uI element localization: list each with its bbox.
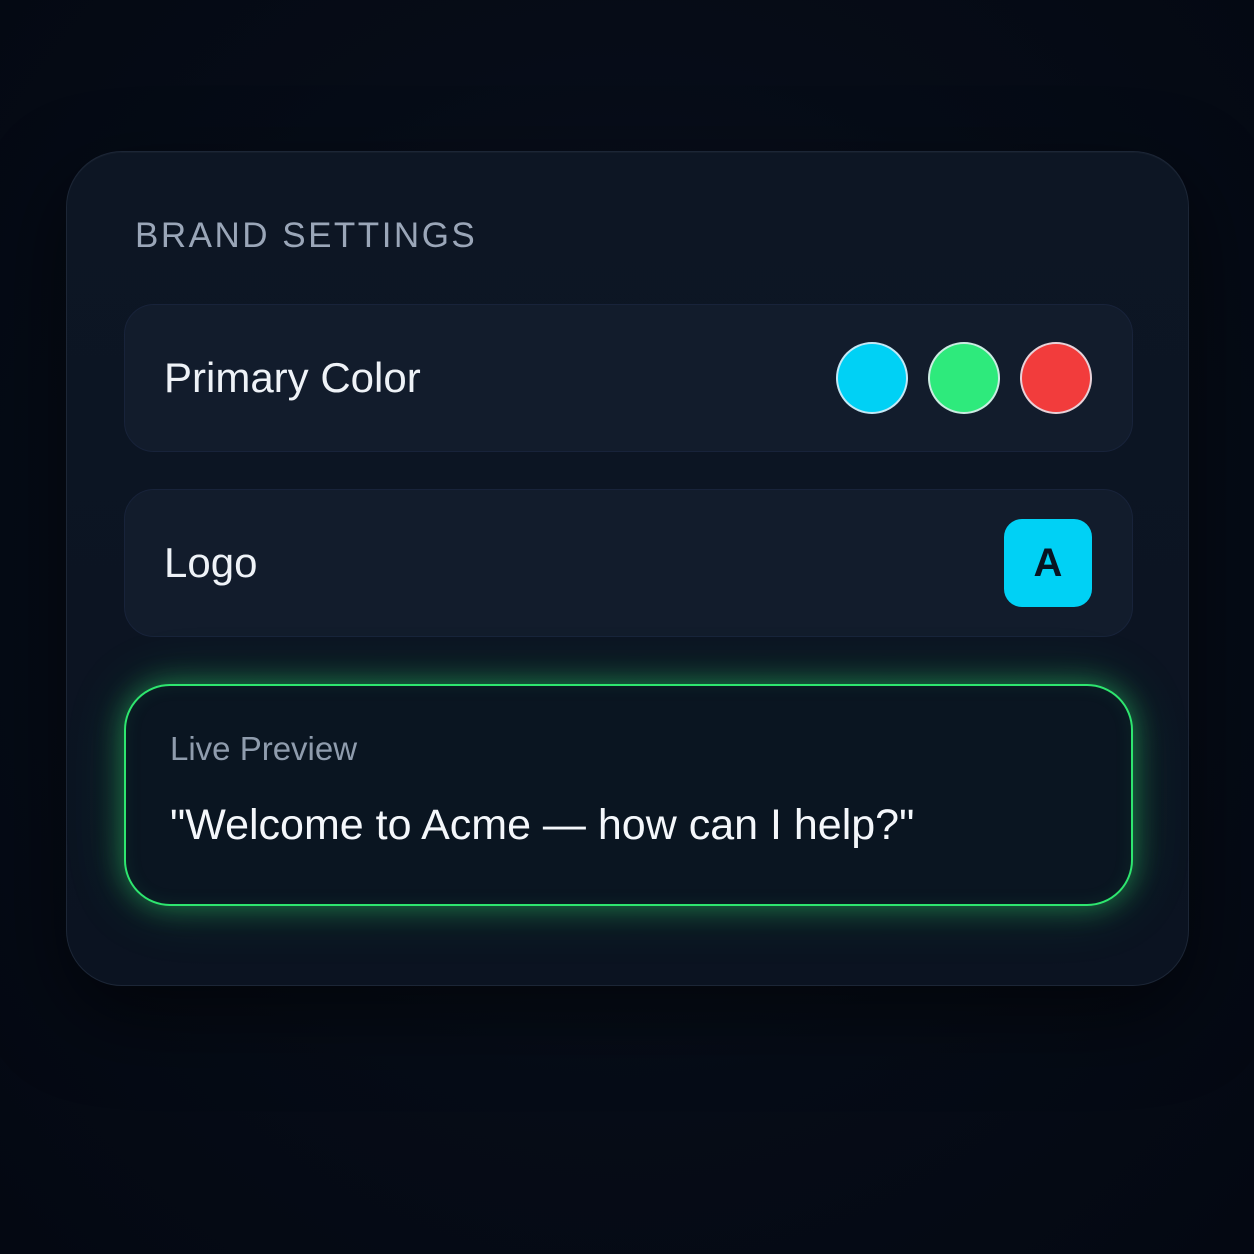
live-preview-label: Live Preview <box>170 730 358 767</box>
live-preview-message: "Welcome to Acme — how can I help?" <box>170 801 915 849</box>
live-preview-card: Live Preview "Welcome to Acme — how can … <box>124 684 1133 906</box>
color-swatch-cyan[interactable] <box>836 342 908 414</box>
brand-settings-panel: BRAND SETTINGS Primary Color Logo A Live… <box>66 151 1189 986</box>
panel-title: BRAND SETTINGS <box>135 216 478 255</box>
color-swatch-green[interactable] <box>928 342 1000 414</box>
logo-label: Logo <box>164 539 258 586</box>
primary-color-row: Primary Color <box>124 304 1133 452</box>
logo-upload-button[interactable]: A <box>1004 519 1092 607</box>
color-swatches <box>836 342 1092 414</box>
logo-letter: A <box>1033 540 1063 585</box>
primary-color-label: Primary Color <box>164 354 421 401</box>
logo-row: Logo A <box>124 489 1133 637</box>
color-swatch-red[interactable] <box>1020 342 1092 414</box>
